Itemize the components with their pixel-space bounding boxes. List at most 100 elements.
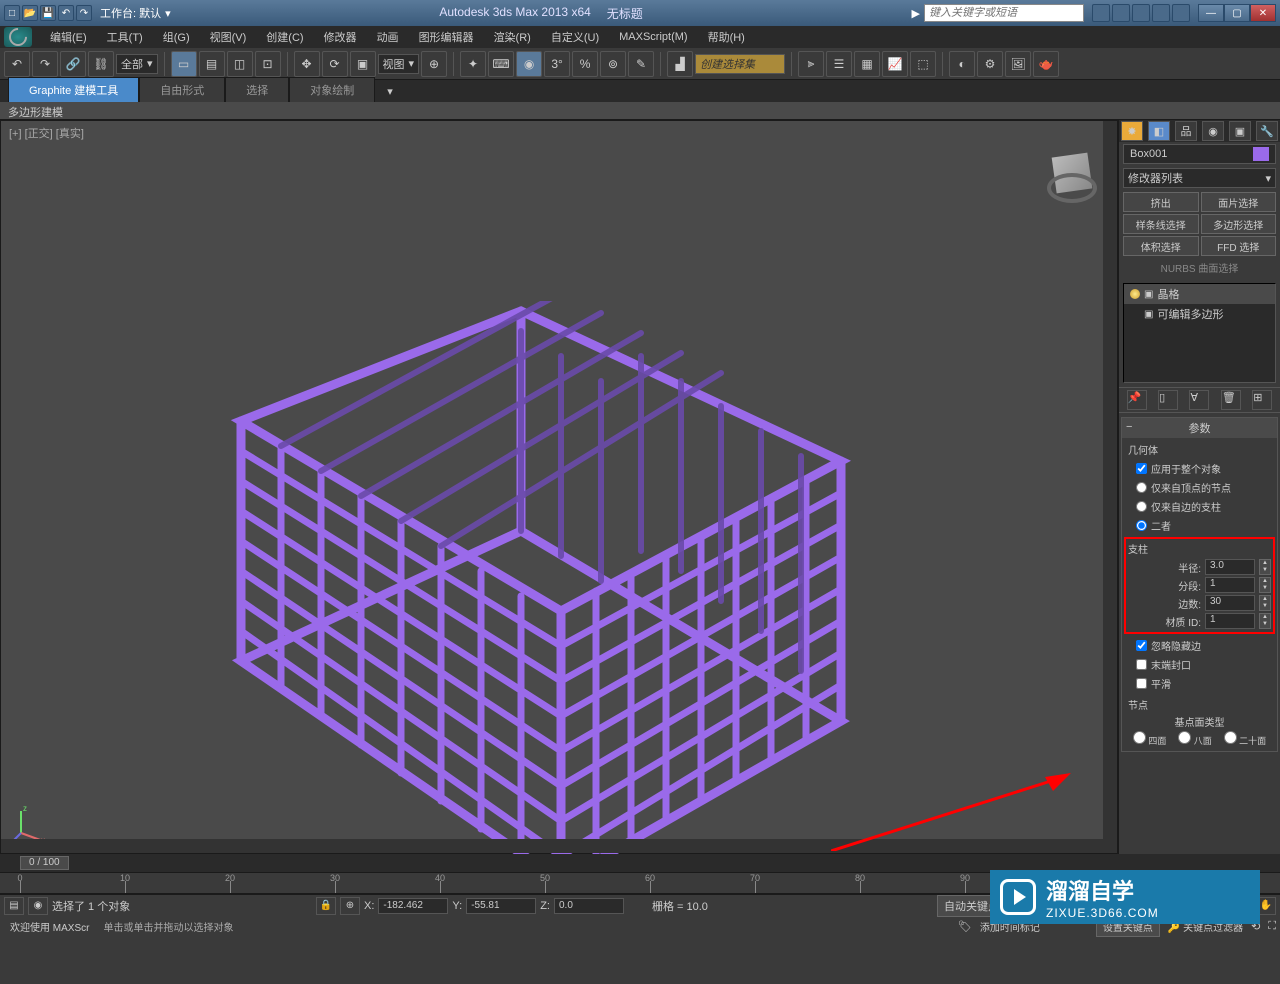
chk-ignore-hidden[interactable] (1136, 640, 1147, 651)
subscription-icon[interactable] (1112, 4, 1130, 22)
viewport-label[interactable]: [+] [正交] [真实] (9, 125, 84, 141)
qat-open-icon[interactable]: 📂 (22, 5, 38, 21)
workspace-dropdown[interactable]: 工作台: 默认 ▾ (100, 5, 171, 21)
pin-stack-button[interactable]: 📌 (1127, 390, 1147, 410)
cp-tab-create[interactable]: ✸ (1121, 121, 1143, 141)
window-maximize-button[interactable]: ▢ (1224, 4, 1250, 22)
maxscript-mini-toggle[interactable]: ▤ (4, 897, 24, 915)
timetag-button[interactable]: 🏷 (958, 920, 972, 933)
menu-create[interactable]: 创建(C) (256, 26, 313, 48)
matid-input[interactable]: 1 (1205, 613, 1255, 629)
select-by-name-button[interactable]: ▤ (199, 51, 225, 77)
modset-polysel[interactable]: 多边形选择 (1201, 214, 1277, 234)
select-region-button[interactable]: ◫ (227, 51, 253, 77)
modset-patchsel[interactable]: 面片选择 (1201, 192, 1277, 212)
modset-splinesel[interactable]: 样条线选择 (1123, 214, 1199, 234)
configure-sets-button[interactable]: ⊞ (1252, 390, 1272, 410)
ribbon-tab-freeform[interactable]: 自由形式 (139, 77, 225, 102)
ribbon-tab-graphite[interactable]: Graphite 建模工具 (8, 77, 139, 102)
qat-redo-icon[interactable]: ↷ (76, 5, 92, 21)
show-end-result-button[interactable]: ▯ (1158, 390, 1178, 410)
undo-button[interactable]: ↶ (4, 51, 30, 77)
sides-spinner[interactable]: ▲▼ (1259, 595, 1271, 611)
ribbon-panel-polymodel[interactable]: 多边形建模 (0, 102, 1280, 120)
modifier-stack[interactable]: ▣ 晶格 ▣ 可编辑多边形 (1123, 283, 1276, 383)
object-color-swatch[interactable] (1253, 147, 1269, 161)
segments-spinner[interactable]: ▲▼ (1259, 577, 1271, 593)
modset-nurbs[interactable]: NURBS 曲面选择 (1123, 258, 1276, 277)
radio-vertex-only[interactable] (1136, 482, 1147, 493)
segments-input[interactable]: 1 (1205, 577, 1255, 593)
bulb-icon[interactable] (1130, 289, 1140, 299)
redo-button[interactable]: ↷ (32, 51, 58, 77)
exchange-icon[interactable] (1132, 4, 1150, 22)
nav-maximize-button[interactable]: ⛶ (1268, 920, 1276, 933)
select-rotate-button[interactable]: ⟳ (322, 51, 348, 77)
radius-spinner[interactable]: ▲▼ (1259, 559, 1271, 575)
qat-undo-icon[interactable]: ↶ (58, 5, 74, 21)
stack-item-lattice[interactable]: ▣ 晶格 (1124, 284, 1275, 304)
make-unique-button[interactable]: ∀ (1189, 390, 1209, 410)
time-slider[interactable]: 0 / 100 (20, 856, 69, 870)
radius-input[interactable]: 3.0 (1205, 559, 1255, 575)
keyfilter-icon[interactable]: 🔑 (1168, 923, 1180, 934)
cp-tab-utilities[interactable]: 🔧 (1256, 121, 1278, 141)
selection-filter-dropdown[interactable]: 全部 ▾ (116, 54, 158, 74)
radio-icosa[interactable] (1224, 731, 1237, 744)
edit-named-sel-button[interactable]: ✎ (628, 51, 654, 77)
snap-toggle-button[interactable]: ◉ (516, 51, 542, 77)
menu-tools[interactable]: 工具(T) (97, 26, 153, 48)
use-pivot-button[interactable]: ⊕ (421, 51, 447, 77)
menu-animation[interactable]: 动画 (367, 26, 409, 48)
named-selection-set[interactable]: 创建选择集 (695, 54, 785, 74)
ribbon-toggle-button[interactable]: ▾ (383, 81, 397, 102)
infocenter-search[interactable] (924, 4, 1084, 22)
ribbon-tab-selection[interactable]: 选择 (225, 77, 289, 102)
cp-tab-hierarchy[interactable]: 品 (1175, 121, 1197, 141)
percent-snap-button[interactable]: % (572, 51, 598, 77)
remove-modifier-button[interactable]: 🗑 (1221, 390, 1241, 410)
viewport-scrollbar-h[interactable] (1, 839, 1117, 853)
keyfilter-label[interactable]: 关键点过滤器 (1183, 923, 1243, 934)
rollout-params-header[interactable]: − 参数 (1122, 418, 1277, 438)
qat-save-icon[interactable]: 💾 (40, 5, 56, 21)
qat-new-icon[interactable]: □ (4, 5, 20, 21)
layers-button[interactable]: ☰ (826, 51, 852, 77)
menu-edit[interactable]: 编辑(E) (40, 26, 97, 48)
window-crossing-button[interactable]: ⊡ (255, 51, 281, 77)
favorites-icon[interactable] (1152, 4, 1170, 22)
ref-coord-dropdown[interactable]: 视图 ▾ (378, 54, 420, 74)
menu-rendering[interactable]: 渲染(R) (484, 26, 541, 48)
menu-help[interactable]: 帮助(H) (698, 26, 755, 48)
menu-group[interactable]: 组(G) (153, 26, 200, 48)
cp-tab-display[interactable]: ▣ (1229, 121, 1251, 141)
keyboard-shortcut-button[interactable]: ⌨ (488, 51, 514, 77)
curve-editor-button[interactable]: 📈 (882, 51, 908, 77)
app-menu-button[interactable] (4, 27, 32, 47)
modifier-list-dropdown[interactable]: 修改器列表 ▾ (1123, 168, 1276, 188)
spinner-snap-button[interactable]: ⊚ (600, 51, 626, 77)
angle-snap-button[interactable]: 3° (544, 51, 570, 77)
link-button[interactable]: 🔗 (60, 51, 86, 77)
menu-modifiers[interactable]: 修改器 (314, 26, 367, 48)
menu-grapheditors[interactable]: 图形编辑器 (409, 26, 484, 48)
modset-ffdsel[interactable]: FFD 选择 (1201, 236, 1277, 256)
cp-tab-modify[interactable]: ◧ (1148, 121, 1170, 141)
sides-input[interactable]: 30 (1205, 595, 1255, 611)
schematic-view-button[interactable]: ⬚ (910, 51, 936, 77)
render-setup-button[interactable]: ⚙ (977, 51, 1003, 77)
maxscript-listener[interactable]: 欢迎使用 MAXScr (4, 917, 95, 936)
chk-whole-object[interactable] (1136, 463, 1147, 474)
search-icon[interactable] (1092, 4, 1110, 22)
mirror-button[interactable]: ▟ (667, 51, 693, 77)
radio-tetra[interactable] (1133, 731, 1146, 744)
radio-both[interactable] (1136, 520, 1147, 531)
select-object-button[interactable]: ▭ (171, 51, 197, 77)
menu-views[interactable]: 视图(V) (200, 26, 257, 48)
layer-manager-button[interactable]: ▦ (854, 51, 880, 77)
window-close-button[interactable]: ✕ (1250, 4, 1276, 22)
manipulate-button[interactable]: ✦ (460, 51, 486, 77)
stack-item-editpoly[interactable]: ▣ 可编辑多边形 (1124, 304, 1275, 324)
ribbon-tab-objectpaint[interactable]: 对象绘制 (289, 77, 375, 102)
cp-tab-motion[interactable]: ◉ (1202, 121, 1224, 141)
